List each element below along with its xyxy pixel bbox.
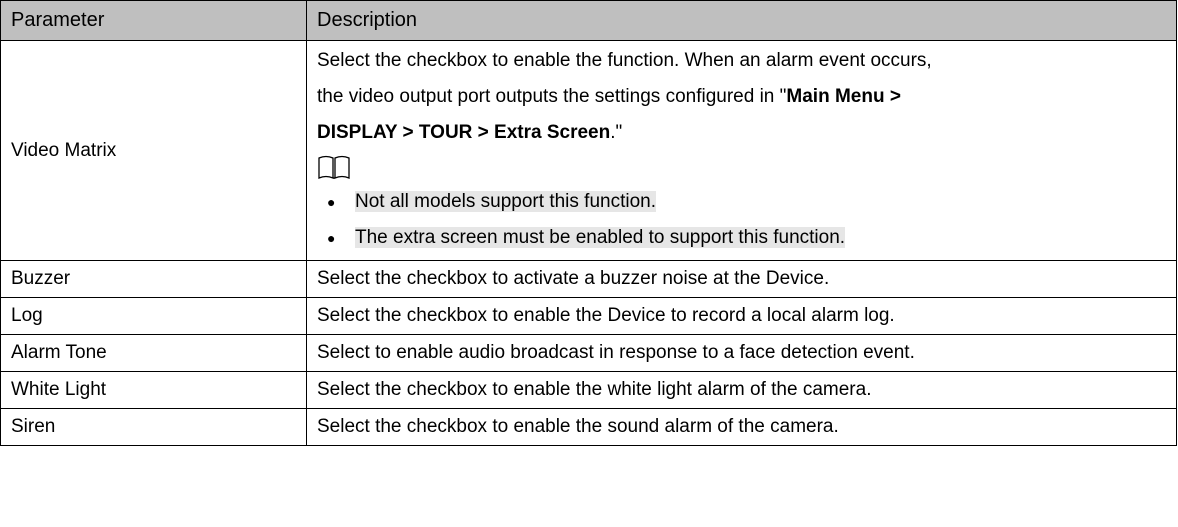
parameter-table: Parameter Description Video Matrix Selec… bbox=[0, 0, 1177, 446]
description-line-3: DISPLAY > TOUR > Extra Screen." bbox=[317, 115, 1166, 151]
table-row: Log Select the checkbox to enable the De… bbox=[0, 297, 1177, 335]
header-parameter: Parameter bbox=[0, 0, 307, 41]
table-row: White Light Select the checkbox to enabl… bbox=[0, 371, 1177, 409]
cell-description: Select the checkbox to activate a buzzer… bbox=[306, 260, 1177, 298]
header-description: Description bbox=[306, 0, 1177, 41]
table-row-video-matrix: Video Matrix Select the checkbox to enab… bbox=[0, 40, 1177, 261]
table-header-row: Parameter Description bbox=[0, 0, 1177, 41]
note-text: The extra screen must be enabled to supp… bbox=[355, 227, 846, 248]
menu-path-part-1: Main Menu > bbox=[786, 86, 901, 107]
description-text: the video output port outputs the settin… bbox=[317, 86, 787, 107]
bullet-icon: ● bbox=[327, 230, 336, 246]
cell-parameter: Alarm Tone bbox=[0, 334, 307, 372]
cell-parameter-video-matrix: Video Matrix bbox=[0, 40, 307, 261]
bullet-icon: ● bbox=[327, 194, 336, 210]
cell-description: Select the checkbox to enable the Device… bbox=[306, 297, 1177, 335]
cell-description: Select the checkbox to enable the sound … bbox=[306, 408, 1177, 446]
cell-description-video-matrix: Select the checkbox to enable the functi… bbox=[306, 40, 1177, 261]
note-text: Not all models support this function. bbox=[355, 191, 656, 212]
description-line-1: Select the checkbox to enable the functi… bbox=[317, 50, 932, 71]
cell-parameter: White Light bbox=[0, 371, 307, 409]
description-text-end: ." bbox=[610, 122, 623, 143]
cell-description: Select to enable audio broadcast in resp… bbox=[306, 334, 1177, 372]
description-line-2: the video output port outputs the settin… bbox=[317, 79, 1166, 115]
note-list: ● Not all models support this function. ●… bbox=[317, 184, 1166, 256]
list-item: ● Not all models support this function. bbox=[317, 184, 1166, 220]
table-row: Siren Select the checkbox to enable the … bbox=[0, 408, 1177, 446]
cell-description: Select the checkbox to enable the white … bbox=[306, 371, 1177, 409]
list-item: ● The extra screen must be enabled to sup… bbox=[317, 220, 1166, 256]
menu-path-part-2: DISPLAY > TOUR > Extra Screen bbox=[317, 122, 611, 143]
table-row: Buzzer Select the checkbox to activate a… bbox=[0, 260, 1177, 298]
cell-parameter: Buzzer bbox=[0, 260, 307, 298]
book-icon bbox=[318, 155, 350, 179]
cell-parameter: Log bbox=[0, 297, 307, 335]
cell-parameter: Siren bbox=[0, 408, 307, 446]
table-row: Alarm Tone Select to enable audio broadc… bbox=[0, 334, 1177, 372]
